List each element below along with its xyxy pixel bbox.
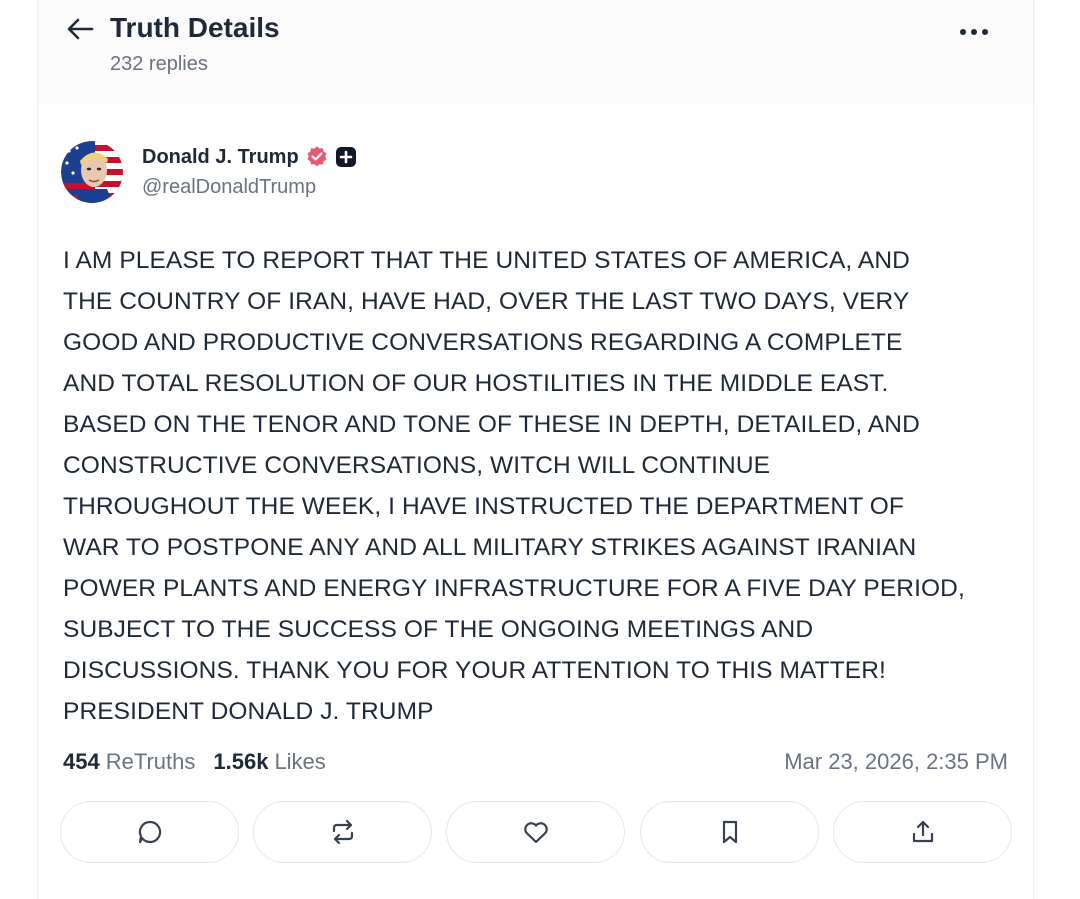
post-text-line: THE COUNTRY OF IRAN, HAVE HAD, OVER THE … bbox=[63, 288, 910, 315]
more-horizontal-icon bbox=[960, 29, 988, 35]
share-button[interactable] bbox=[833, 801, 1012, 863]
post-stats: 454 ReTruths 1.56k Likes bbox=[63, 747, 326, 777]
author-name[interactable]: Donald J. Trump bbox=[142, 146, 299, 169]
post-text-line: CONSTRUCTIVE CONVERSATIONS, WITCH WILL C… bbox=[63, 452, 771, 479]
retruth-button[interactable] bbox=[253, 801, 432, 863]
retruths-stat[interactable]: 454 ReTruths bbox=[63, 749, 195, 775]
truth-details-panel: Truth Details 232 replies Donald J. Trum… bbox=[37, 0, 1034, 899]
reply-icon bbox=[138, 820, 161, 844]
avatar-image bbox=[61, 141, 123, 203]
post-text-line: POWER PLANTS AND ENERGY INFRASTRUCTURE F… bbox=[63, 575, 965, 602]
post-timestamp: Mar 23, 2026, 2:35 PM bbox=[784, 749, 1008, 774]
plus-badge-icon bbox=[335, 147, 356, 167]
retruths-label: ReTruths bbox=[105, 749, 196, 774]
author-handle[interactable]: @realDonaldTrump bbox=[142, 176, 316, 199]
like-icon bbox=[523, 822, 548, 844]
post-text-line: THROUGHOUT THE WEEK, I HAVE INSTRUCTED T… bbox=[63, 493, 904, 520]
author-avatar[interactable] bbox=[61, 141, 123, 203]
bookmark-icon bbox=[722, 820, 737, 844]
post-text-line: SUBJECT TO THE SUCCESS OF THE ONGOING ME… bbox=[63, 616, 814, 643]
share-icon bbox=[912, 820, 933, 843]
more-options-button[interactable] bbox=[954, 18, 994, 46]
post-text-line: DISCUSSIONS. THANK YOU FOR YOUR ATTENTIO… bbox=[63, 657, 886, 684]
action-bar bbox=[60, 801, 1012, 863]
like-button[interactable] bbox=[446, 801, 625, 863]
retruth-icon bbox=[332, 819, 353, 845]
post-text-line: I AM PLEASE TO REPORT THAT THE UNITED ST… bbox=[63, 247, 910, 274]
reply-button[interactable] bbox=[60, 801, 239, 863]
arrow-left-icon bbox=[67, 18, 94, 40]
back-button[interactable] bbox=[64, 13, 96, 45]
likes-count: 1.56k bbox=[213, 749, 269, 774]
author-name-row: Donald J. Trump bbox=[142, 144, 357, 170]
retruths-count: 454 bbox=[63, 749, 100, 774]
page-title: Truth Details bbox=[110, 12, 280, 43]
post-text-line: AND TOTAL RESOLUTION OF OUR HOSTILITIES … bbox=[63, 370, 889, 397]
post-text-line: GOOD AND PRODUCTIVE CONVERSATIONS REGARD… bbox=[63, 329, 903, 356]
post-body: I AM PLEASE TO REPORT THAT THE UNITED ST… bbox=[63, 240, 1023, 732]
post-text-line: PRESIDENT DONALD J. TRUMP bbox=[63, 698, 434, 725]
page-header: Truth Details 232 replies bbox=[38, 0, 1033, 104]
post-text-line: BASED ON THE TENOR AND TONE OF THESE IN … bbox=[63, 411, 920, 438]
reply-count: 232 replies bbox=[110, 53, 208, 75]
likes-stat[interactable]: 1.56k Likes bbox=[213, 749, 325, 775]
verified-badge-icon bbox=[307, 146, 327, 167]
post-text-line: WAR TO POSTPONE ANY AND ALL MILITARY STR… bbox=[63, 534, 917, 561]
likes-label: Likes bbox=[274, 749, 326, 774]
bookmark-button[interactable] bbox=[640, 801, 819, 863]
